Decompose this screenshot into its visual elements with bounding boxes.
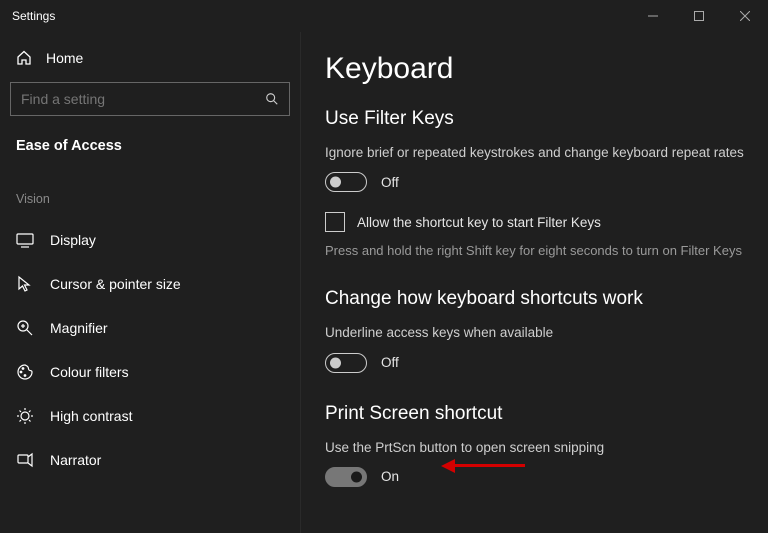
sidebar-item-label: Narrator [50,452,101,468]
shortcuts-heading: Change how keyboard shortcuts work [325,288,744,310]
home-label: Home [46,50,83,66]
sidebar-item-colour-filters[interactable]: Colour filters [10,350,290,394]
magnifier-icon [16,319,34,337]
underline-access-keys-toggle[interactable] [325,353,367,373]
close-button[interactable] [722,0,768,32]
scrollbar[interactable] [300,92,301,322]
sidebar-item-magnifier[interactable]: Magnifier [10,306,290,350]
display-icon [16,231,34,249]
sidebar-item-display[interactable]: Display [10,218,290,262]
maximize-button[interactable] [676,0,722,32]
sidebar-item-label: Cursor & pointer size [50,276,181,292]
cursor-icon [16,275,34,293]
filter-keys-toggle-state: Off [381,175,399,190]
window-controls [630,0,768,32]
sidebar-item-label: High contrast [50,408,132,424]
palette-icon [16,363,34,381]
home-link[interactable]: Home [10,40,290,82]
filter-keys-desc: Ignore brief or repeated keystrokes and … [325,144,744,162]
sidebar-item-high-contrast[interactable]: High contrast [10,394,290,438]
sidebar-item-label: Colour filters [50,364,129,380]
sidebar: Home Ease of Access Vision Display Curso… [0,32,300,533]
minimize-button[interactable] [630,0,676,32]
search-input[interactable] [21,91,241,107]
sidebar-category: Ease of Access [10,134,290,178]
shortcuts-desc: Underline access keys when available [325,324,744,342]
main-panel: Keyboard Use Filter Keys Ignore brief or… [300,32,768,533]
sidebar-item-narrator[interactable]: Narrator [10,438,290,482]
page-title: Keyboard [325,52,744,86]
filter-keys-hint: Press and hold the right Shift key for e… [325,242,744,260]
search-icon [265,92,279,106]
underline-toggle-state: Off [381,355,399,370]
printscreen-toggle[interactable] [325,467,367,487]
printscreen-desc: Use the PrtScn button to open screen sni… [325,439,744,457]
window-title: Settings [12,9,55,23]
sidebar-item-label: Display [50,232,96,248]
filter-keys-checkbox-label: Allow the shortcut key to start Filter K… [357,215,601,230]
contrast-icon [16,407,34,425]
filter-keys-heading: Use Filter Keys [325,108,744,130]
sidebar-item-cursor[interactable]: Cursor & pointer size [10,262,290,306]
sidebar-item-label: Magnifier [50,320,108,336]
narrator-icon [16,451,34,469]
filter-keys-toggle[interactable] [325,172,367,192]
printscreen-heading: Print Screen shortcut [325,403,744,425]
filter-keys-shortcut-checkbox[interactable] [325,212,345,232]
sidebar-section-label: Vision [10,186,290,212]
printscreen-toggle-state: On [381,469,399,484]
titlebar: Settings [0,0,768,32]
home-icon [16,50,32,66]
search-box[interactable] [10,82,290,116]
annotation-arrow [445,459,525,473]
